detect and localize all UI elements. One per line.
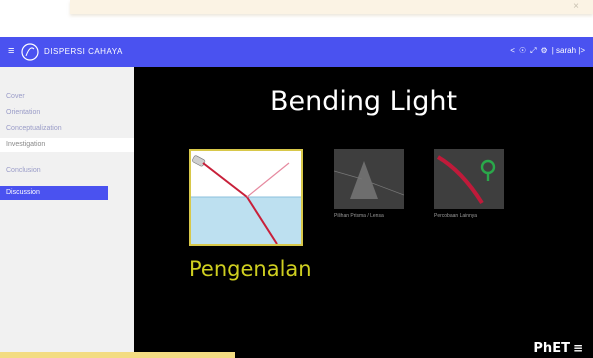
close-icon[interactable]: ×	[573, 1, 579, 12]
header-tools: < ☉ ⤢ ⚙ | sarah |>	[510, 46, 585, 56]
sidebar-item-discussion[interactable]: Discussion	[0, 186, 108, 200]
prisms-thumbnail	[334, 149, 404, 209]
back-icon[interactable]: <	[510, 46, 515, 56]
simulation-panel: Bending Light Pengenalan Pilihan Prisma …	[134, 67, 593, 358]
sidebar-item-cover[interactable]: Cover	[0, 90, 134, 104]
fullscreen-icon[interactable]: ⤢	[530, 46, 536, 56]
more-tools-thumbnail	[434, 149, 504, 209]
logo-icon	[21, 43, 39, 61]
app-header: ≡ DISPERSI CAHAYA < ☉ ⤢ ⚙ | sarah |>	[0, 37, 593, 67]
sidebar-item-orientation[interactable]: Orientation	[0, 106, 134, 120]
sidebar-item-conceptualization[interactable]: Conceptualization	[0, 122, 134, 136]
view-icon[interactable]: ☉	[519, 46, 526, 56]
screen-card-intro[interactable]	[189, 149, 303, 246]
sim-title: Bending Light	[269, 86, 458, 117]
screen-card-more-tools[interactable]	[434, 149, 504, 209]
screen-label-prisms: Pilihan Prisma / Lensa	[334, 213, 384, 219]
phet-wordmark: PhET	[533, 341, 570, 356]
screen-label-intro: Pengenalan	[189, 257, 312, 281]
screen-card-prisms[interactable]	[334, 149, 404, 209]
user-menu[interactable]: | sarah |>	[552, 46, 585, 56]
browser-top-strip: ×	[0, 0, 593, 37]
menu-icon[interactable]: ≡	[8, 45, 14, 57]
sidebar-item-conclusion[interactable]: Conclusion	[0, 164, 134, 178]
intro-thumbnail	[191, 151, 301, 244]
settings-icon[interactable]: ⚙	[541, 46, 548, 56]
phet-logo[interactable]: PhET ≡	[533, 341, 583, 356]
notification-bar	[70, 0, 593, 14]
sidebar: Cover Orientation Conceptualization Inve…	[0, 67, 134, 358]
bottom-status-strip	[0, 352, 235, 358]
phet-menu-icon[interactable]: ≡	[573, 341, 583, 355]
app-title: DISPERSI CAHAYA	[44, 47, 123, 56]
sidebar-item-investigation[interactable]: Investigation	[0, 138, 134, 152]
screen-label-more-tools: Percobaan Lainnya	[434, 213, 478, 219]
